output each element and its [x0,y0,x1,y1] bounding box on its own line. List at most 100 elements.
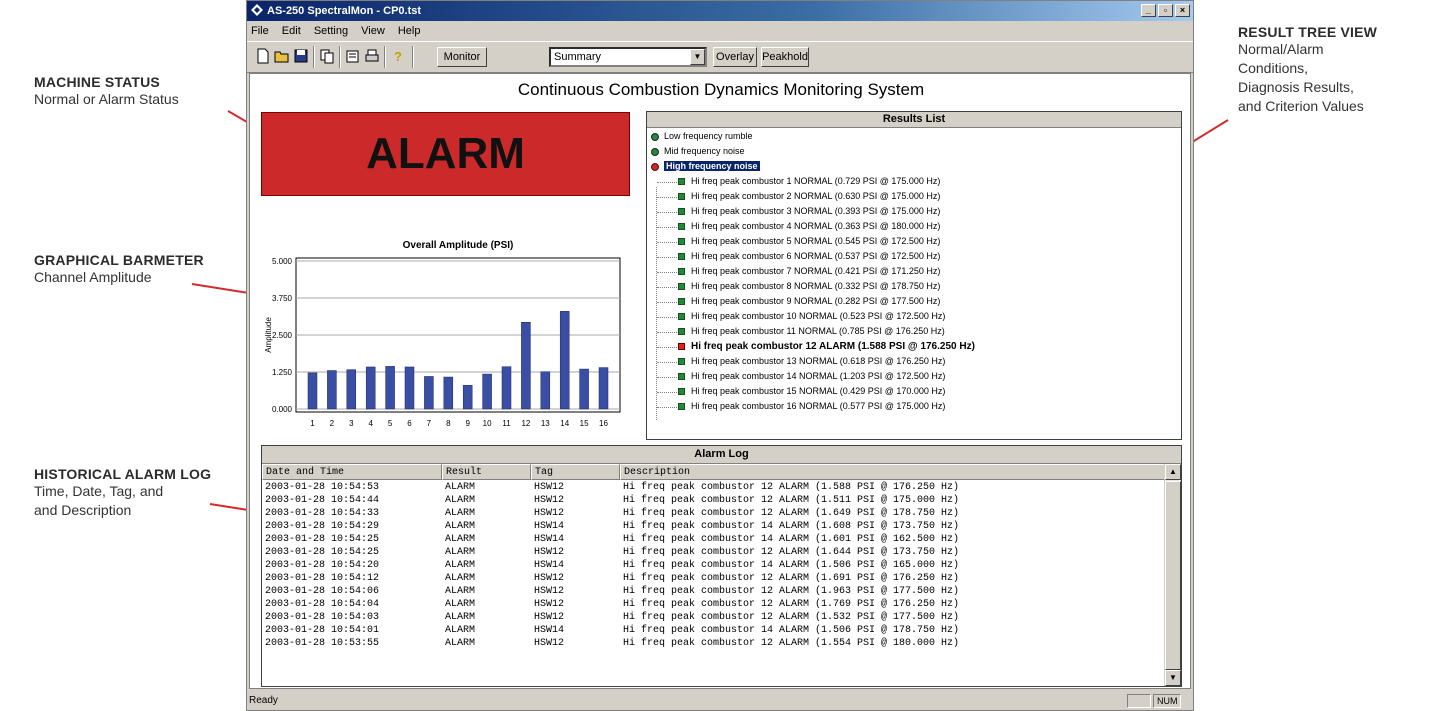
column-header-date[interactable]: Date and Time [262,464,442,480]
amplitude-bar-chart: Overall Amplitude (PSI) 0.000 1.250 2.500 3.… [264,240,621,428]
log-cell-result: ALARM [445,482,476,493]
scroll-down-icon[interactable]: ▼ [1165,670,1181,686]
y-tick-label: 0.000 [272,405,293,414]
callout-title: RESULT TREE VIEW [1238,24,1378,40]
tree-item-label: Mid frequency noise [664,146,745,156]
open-folder-icon[interactable] [274,48,290,64]
bar [559,311,570,410]
tree-child-item[interactable]: Hi freq peak combustor 2 NORMAL (0.630 P… [678,189,940,204]
tree-connector-line [657,287,677,288]
table-row[interactable]: 2003-01-28 10:54:44 ALARM HSW12 Hi freq pea… [262,494,1165,507]
log-cell-datetime: 2003-01-28 10:54:53 [265,482,380,493]
copy-icon[interactable] [319,48,335,64]
menu-bar: File Edit Setting View Help [247,22,1193,40]
tree-child-item[interactable]: Hi freq peak combustor 11 NORMAL (0.785 … [678,324,945,339]
tree-connector-line [657,242,677,243]
bar [404,366,415,410]
log-cell-result: ALARM [445,560,476,571]
menu-edit[interactable]: Edit [282,25,301,37]
callout-title: MACHINE STATUS [34,74,160,90]
tree-child-item[interactable]: Hi freq peak combustor 7 NORMAL (0.421 P… [678,264,940,279]
table-row[interactable]: 2003-01-28 10:54:12 ALARM HSW12 Hi freq pea… [262,572,1165,585]
chevron-down-icon[interactable]: ▼ [690,49,705,65]
tree-child-item[interactable]: Hi freq peak combustor 15 NORMAL (0.429 … [678,384,945,399]
alarm-status-icon [651,162,659,171]
menu-setting[interactable]: Setting [314,25,348,37]
window-title: AS-250 SpectralMon - CP0.tst [267,5,422,17]
scroll-thumb[interactable] [1165,481,1181,670]
column-header-description[interactable]: Description [620,464,1165,480]
print-icon[interactable] [364,48,380,64]
save-icon[interactable] [293,48,309,64]
x-tick-label: 6 [407,419,412,428]
table-row[interactable]: 2003-01-28 10:54:20 ALARM HSW14 Hi freq pea… [262,559,1165,572]
x-tick-label: 13 [541,419,550,428]
new-file-icon[interactable] [255,48,271,64]
app-window: AS-250 SpectralMon - CP0.tst _ ▫ × File … [246,0,1194,711]
tree-child-item[interactable]: Hi freq peak combustor 9 NORMAL (0.282 P… [678,294,940,309]
tree-root-item[interactable]: Low frequency rumble [651,129,753,144]
table-row[interactable]: 2003-01-28 10:54:06 ALARM HSW12 Hi freq pea… [262,585,1165,598]
bar [443,376,454,410]
tree-connector-line [657,347,677,348]
tree-root-item[interactable]: Mid frequency noise [651,144,745,159]
properties-icon[interactable] [345,48,361,64]
log-cell-tag: HSW12 [534,586,565,597]
tree-connector-line [657,377,677,378]
x-tick-label: 8 [446,419,451,428]
status-pane-empty [1127,694,1151,708]
normal-square-icon [678,268,685,276]
log-cell-datetime: 2003-01-28 10:54:01 [265,625,380,636]
table-row[interactable]: 2003-01-28 10:53:55 ALARM HSW12 Hi freq pea… [262,637,1165,650]
peakhold-button[interactable]: Peakhold [761,47,809,67]
overlay-button[interactable]: Overlay [713,47,757,67]
tree-child-item[interactable]: Hi freq peak combustor 10 NORMAL (0.523 … [678,309,945,324]
title-bar[interactable]: AS-250 SpectralMon - CP0.tst _ ▫ × [247,1,1193,21]
tree-child-item[interactable]: Hi freq peak combustor 16 NORMAL (0.577 … [678,399,945,414]
y-tick-label: 1.250 [272,368,293,377]
bar [385,366,395,410]
maximize-button[interactable]: ▫ [1158,4,1173,17]
toolbar: ? Monitor Summary ▼ Overlay Peakhold [247,41,1193,73]
view-select[interactable]: Summary ▼ [549,47,707,67]
tree-child-item[interactable]: Hi freq peak combustor 6 NORMAL (0.537 P… [678,249,940,264]
x-tick-label: 12 [521,419,530,428]
table-row[interactable]: 2003-01-28 10:54:04 ALARM HSW12 Hi freq pea… [262,598,1165,611]
tree-item-label: High frequency noise [664,161,760,171]
tree-root-item[interactable]: High frequency noise [651,159,760,174]
tree-connector-line [657,362,677,363]
tree-child-item[interactable]: Hi freq peak combustor 14 NORMAL (1.203 … [678,369,945,384]
alarm-log-scrollbar[interactable]: ▲ ▼ [1164,464,1181,686]
tree-child-item[interactable]: Hi freq peak combustor 5 NORMAL (0.545 P… [678,234,940,249]
table-row[interactable]: 2003-01-28 10:54:33 ALARM HSW12 Hi freq pea… [262,507,1165,520]
tree-child-item[interactable]: Hi freq peak combustor 8 NORMAL (0.332 P… [678,279,940,294]
tree-child-item[interactable]: Hi freq peak combustor 12 ALARM (1.588 P… [678,339,975,354]
tree-child-item[interactable]: Hi freq peak combustor 3 NORMAL (0.393 P… [678,204,940,219]
table-row[interactable]: 2003-01-28 10:54:29 ALARM HSW14 Hi freq pea… [262,520,1165,533]
table-row[interactable]: 2003-01-28 10:54:53 ALARM HSW12 Hi freq pea… [262,481,1165,494]
log-cell-datetime: 2003-01-28 10:54:03 [265,612,380,623]
table-row[interactable]: 2003-01-28 10:54:01 ALARM HSW14 Hi freq pea… [262,624,1165,637]
menu-help[interactable]: Help [398,25,421,37]
callout-result-tree: RESULT TREE VIEW Normal/Alarm Conditions… [1238,24,1377,116]
tree-child-item[interactable]: Hi freq peak combustor 13 NORMAL (0.618 … [678,354,945,369]
log-cell-datetime: 2003-01-28 10:54:04 [265,599,380,610]
log-cell-datetime: 2003-01-28 10:54:25 [265,547,380,558]
app-icon [251,4,263,16]
tree-child-item[interactable]: Hi freq peak combustor 1 NORMAL (0.729 P… [678,174,940,189]
table-row[interactable]: 2003-01-28 10:54:25 ALARM HSW12 Hi freq pea… [262,546,1165,559]
column-header-tag[interactable]: Tag [531,464,620,480]
close-button[interactable]: × [1175,4,1190,17]
monitor-button[interactable]: Monitor [437,47,487,67]
scroll-up-icon[interactable]: ▲ [1165,464,1181,480]
normal-square-icon [678,328,685,336]
minimize-button[interactable]: _ [1141,4,1156,17]
table-row[interactable]: 2003-01-28 10:54:03 ALARM HSW12 Hi freq pea… [262,611,1165,624]
column-header-result[interactable]: Result [442,464,531,480]
tree-child-item[interactable]: Hi freq peak combustor 4 NORMAL (0.363 P… [678,219,940,234]
table-row[interactable]: 2003-01-28 10:54:25 ALARM HSW14 Hi freq pea… [262,533,1165,546]
normal-square-icon [678,388,685,396]
menu-view[interactable]: View [361,25,385,37]
help-icon[interactable]: ? [390,48,406,64]
menu-file[interactable]: File [251,25,269,37]
